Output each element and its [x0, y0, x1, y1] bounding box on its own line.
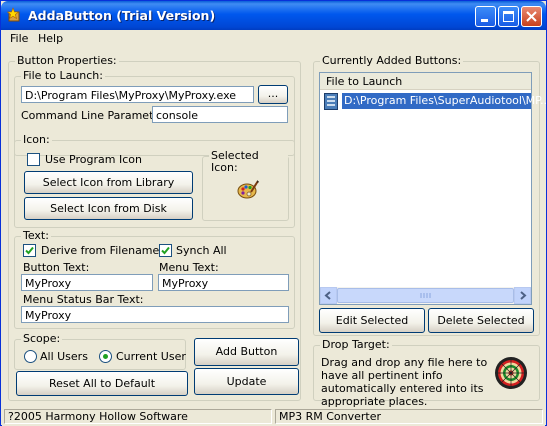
- app-window: AddaButton (Trial Version) File Help But…: [0, 0, 547, 426]
- add-button[interactable]: Add Button: [194, 338, 299, 366]
- drop-target-label: Drop Target:: [320, 338, 392, 351]
- derive-from-filename-label: Derive from Filename: [41, 244, 160, 257]
- use-program-icon-checkbox[interactable]: [27, 153, 40, 166]
- drop-target-text: Drag and drop any file here to have all …: [321, 356, 488, 408]
- button-text-label: Button Text:: [23, 261, 90, 274]
- selected-icon-label: Selected Icon:: [209, 150, 288, 174]
- synch-all-label: Synch All: [176, 244, 227, 257]
- button-text-input[interactable]: MyProxy: [21, 274, 153, 291]
- minimize-button[interactable]: [475, 6, 496, 27]
- list-item-text: D:\Program Files\SuperAudiotool\MP...: [344, 94, 547, 107]
- all-users-label: All Users: [40, 350, 88, 363]
- edit-selected-button[interactable]: Edit Selected: [319, 308, 425, 333]
- list-header[interactable]: File to Launch: [320, 73, 531, 90]
- text-label: Text:: [21, 229, 51, 242]
- delete-selected-button[interactable]: Delete Selected: [428, 308, 534, 333]
- file-icon: [324, 93, 338, 110]
- synch-all-checkbox[interactable]: [159, 244, 172, 257]
- window-title: AddaButton (Trial Version): [28, 8, 216, 23]
- icon-label: Icon:: [21, 133, 52, 146]
- file-to-launch-input[interactable]: D:\Program Files\MyProxy\MyProxy.exe: [21, 86, 254, 103]
- all-users-radio[interactable]: [24, 350, 37, 363]
- derive-from-filename-checkbox[interactable]: [23, 244, 36, 257]
- horizontal-scrollbar[interactable]: [320, 287, 531, 304]
- maximize-button[interactable]: [498, 6, 519, 27]
- scroll-left-button[interactable]: [320, 287, 337, 304]
- status-right: MP3 RM Converter: [275, 409, 543, 424]
- title-bar[interactable]: AddaButton (Trial Version): [1, 1, 546, 30]
- menu-text-input[interactable]: MyProxy: [158, 274, 289, 291]
- status-bar: ?2005 Harmony Hollow Software MP3 RM Con…: [2, 407, 545, 426]
- scroll-right-button[interactable]: [514, 287, 531, 304]
- update-button[interactable]: Update: [194, 368, 299, 395]
- command-line-input[interactable]: console: [152, 106, 288, 123]
- menu-bar: File Help: [2, 30, 545, 48]
- current-user-label: Current User: [116, 350, 186, 363]
- use-program-icon-label: Use Program Icon: [45, 153, 142, 166]
- file-to-launch-label: File to Launch:: [21, 69, 105, 82]
- current-user-radio[interactable]: [99, 350, 112, 363]
- reset-all-button[interactable]: Reset All to Default: [16, 371, 188, 396]
- select-icon-library-button[interactable]: Select Icon from Library: [24, 171, 193, 194]
- dartboard-icon: [494, 356, 528, 390]
- current-buttons-list[interactable]: File to Launch D:\Program Files\SuperAud…: [319, 72, 547, 305]
- browse-button[interactable]: ...: [258, 85, 288, 104]
- menu-file[interactable]: File: [10, 32, 28, 45]
- button-properties-label: Button Properties:: [15, 54, 119, 67]
- scroll-thumb[interactable]: [337, 288, 514, 303]
- close-button[interactable]: [521, 6, 542, 27]
- select-icon-disk-button[interactable]: Select Icon from Disk: [24, 197, 193, 220]
- scope-label: Scope:: [21, 332, 63, 345]
- column-file-to-launch[interactable]: File to Launch: [326, 75, 402, 88]
- status-left: ?2005 Harmony Hollow Software: [4, 409, 272, 424]
- status-bar-text-label: Menu Status Bar Text:: [23, 293, 144, 306]
- menu-text-label: Menu Text:: [159, 261, 219, 274]
- radio-selected-dot: [103, 354, 108, 359]
- list-item[interactable]: D:\Program Files\SuperAudiotool\MP...: [342, 93, 547, 109]
- status-bar-text-input[interactable]: MyProxy: [21, 306, 289, 323]
- palette-icon: [236, 178, 260, 202]
- app-icon: [6, 7, 23, 23]
- current-buttons-label: Currently Added Buttons:: [320, 54, 464, 67]
- menu-help[interactable]: Help: [38, 32, 63, 45]
